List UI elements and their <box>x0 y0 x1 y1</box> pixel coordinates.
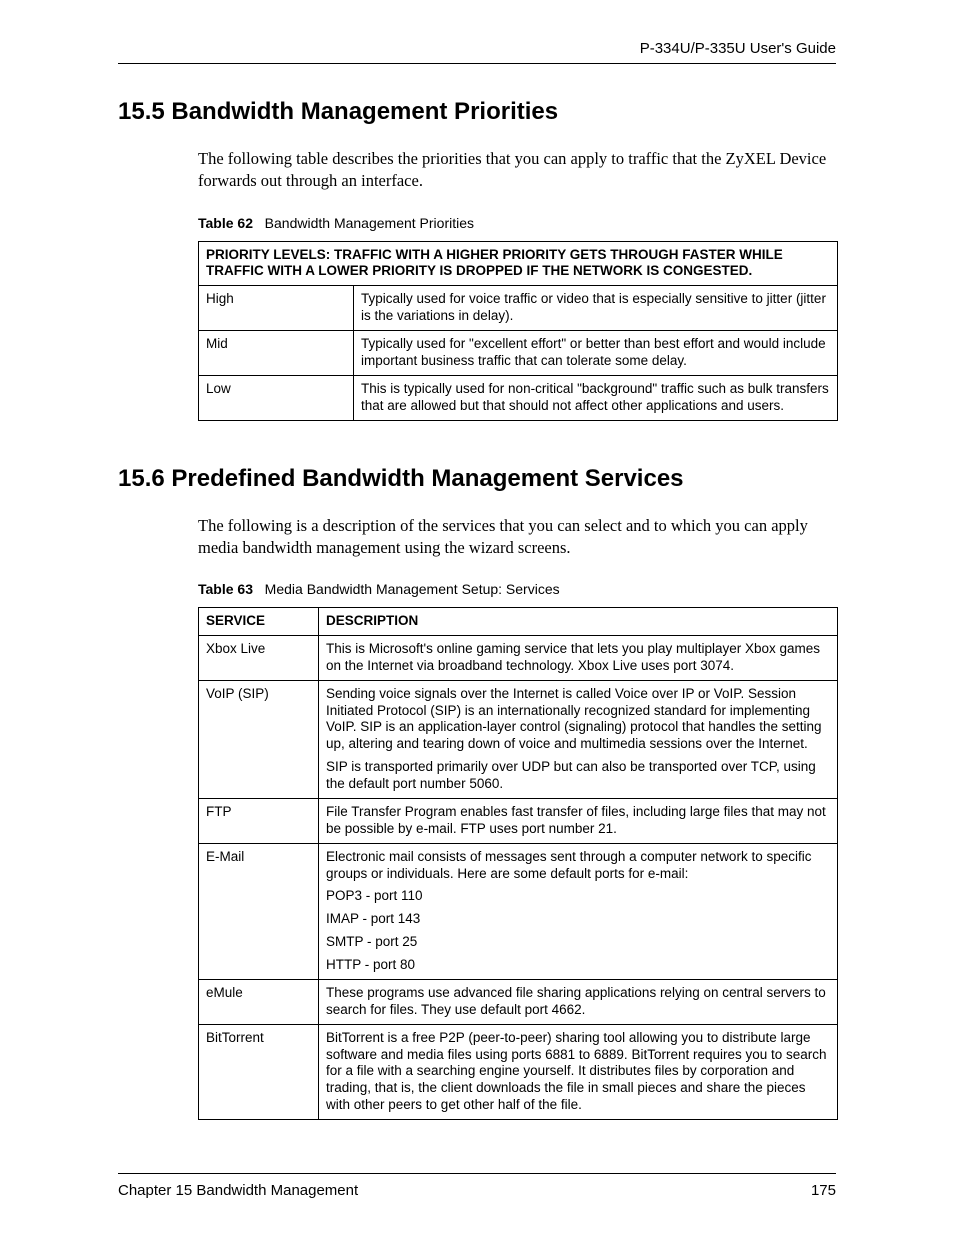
table-63-header-service: SERVICE <box>199 608 319 636</box>
service-desc: These programs use advanced file sharing… <box>319 979 838 1024</box>
table-row: FTP File Transfer Program enables fast t… <box>199 798 838 843</box>
service-desc-text: IMAP - port 143 <box>326 911 830 928</box>
footer-chapter: Chapter 15 Bandwidth Management <box>118 1182 358 1199</box>
service-desc: Sending voice signals over the Internet … <box>319 680 838 798</box>
service-desc: File Transfer Program enables fast trans… <box>319 798 838 843</box>
section-15-6-title: 15.6 Predefined Bandwidth Management Ser… <box>118 465 836 493</box>
service-name: Xbox Live <box>199 635 319 680</box>
service-desc-text: These programs use advanced file sharing… <box>326 985 830 1019</box>
section-15-5-intro: The following table describes the priori… <box>198 148 836 193</box>
footer-page-number: 175 <box>811 1182 836 1199</box>
service-desc: Electronic mail consists of messages sen… <box>319 843 838 979</box>
table-row: Xbox Live This is Microsoft's online gam… <box>199 635 838 680</box>
priority-desc: Typically used for "excellent effort" or… <box>354 331 838 376</box>
service-name: VoIP (SIP) <box>199 680 319 798</box>
page-footer: Chapter 15 Bandwidth Management 175 <box>118 1173 836 1199</box>
table-62-levels-header: PRIORITY LEVELS: TRAFFIC WITH A HIGHER P… <box>199 241 838 286</box>
service-name: eMule <box>199 979 319 1024</box>
table-63: SERVICE DESCRIPTION Xbox Live This is Mi… <box>198 607 838 1120</box>
table-63-label: Table 63 <box>198 581 253 597</box>
section-15-6-body: The following is a description of the se… <box>198 515 836 1121</box>
table-62-caption: Table 62 Bandwidth Management Priorities <box>198 215 836 231</box>
service-desc-text: SMTP - port 25 <box>326 934 830 951</box>
section-15-6-intro: The following is a description of the se… <box>198 515 836 560</box>
service-desc-text: File Transfer Program enables fast trans… <box>326 804 830 838</box>
service-desc-text: Sending voice signals over the Internet … <box>326 686 830 754</box>
table-row: High Typically used for voice traffic or… <box>199 286 838 331</box>
table-62-label: Table 62 <box>198 215 253 231</box>
table-63-header-row: SERVICE DESCRIPTION <box>199 608 838 636</box>
priority-level: High <box>199 286 354 331</box>
service-desc: This is Microsoft's online gaming servic… <box>319 635 838 680</box>
service-desc: BitTorrent is a free P2P (peer-to-peer) … <box>319 1024 838 1119</box>
service-desc-text: POP3 - port 110 <box>326 888 830 905</box>
table-row: eMule These programs use advanced file s… <box>199 979 838 1024</box>
header-rule <box>118 63 836 64</box>
page-content: P-334U/P-335U User's Guide 15.5 Bandwidt… <box>118 40 836 1120</box>
section-15-5-body: The following table describes the priori… <box>198 148 836 421</box>
service-desc-text: HTTP - port 80 <box>326 957 830 974</box>
service-desc-text: SIP is transported primarily over UDP bu… <box>326 759 830 793</box>
service-desc-text: BitTorrent is a free P2P (peer-to-peer) … <box>326 1030 830 1114</box>
table-row: BitTorrent BitTorrent is a free P2P (pee… <box>199 1024 838 1119</box>
priority-level: Mid <box>199 331 354 376</box>
priority-desc: This is typically used for non-critical … <box>354 375 838 420</box>
table-63-caption-text: Media Bandwidth Management Setup: Servic… <box>265 581 560 597</box>
table-63-caption: Table 63 Media Bandwidth Management Setu… <box>198 581 836 597</box>
table-row: Low This is typically used for non-criti… <box>199 375 838 420</box>
service-name: E-Mail <box>199 843 319 979</box>
table-row: Mid Typically used for "excellent effort… <box>199 331 838 376</box>
table-row: E-Mail Electronic mail consists of messa… <box>199 843 838 979</box>
table-62-header-row: PRIORITY LEVELS: TRAFFIC WITH A HIGHER P… <box>199 241 838 286</box>
table-62-caption-text: Bandwidth Management Priorities <box>265 215 474 231</box>
service-name: FTP <box>199 798 319 843</box>
header-guide-title: P-334U/P-335U User's Guide <box>118 40 836 63</box>
table-row: VoIP (SIP) Sending voice signals over th… <box>199 680 838 798</box>
section-15-5-title: 15.5 Bandwidth Management Priorities <box>118 98 836 126</box>
table-62: PRIORITY LEVELS: TRAFFIC WITH A HIGHER P… <box>198 241 838 421</box>
table-63-header-description: DESCRIPTION <box>319 608 838 636</box>
service-desc-text: This is Microsoft's online gaming servic… <box>326 641 830 675</box>
footer-rule <box>118 1173 836 1174</box>
service-name: BitTorrent <box>199 1024 319 1119</box>
priority-level: Low <box>199 375 354 420</box>
priority-desc: Typically used for voice traffic or vide… <box>354 286 838 331</box>
service-desc-text: Electronic mail consists of messages sen… <box>326 849 830 883</box>
